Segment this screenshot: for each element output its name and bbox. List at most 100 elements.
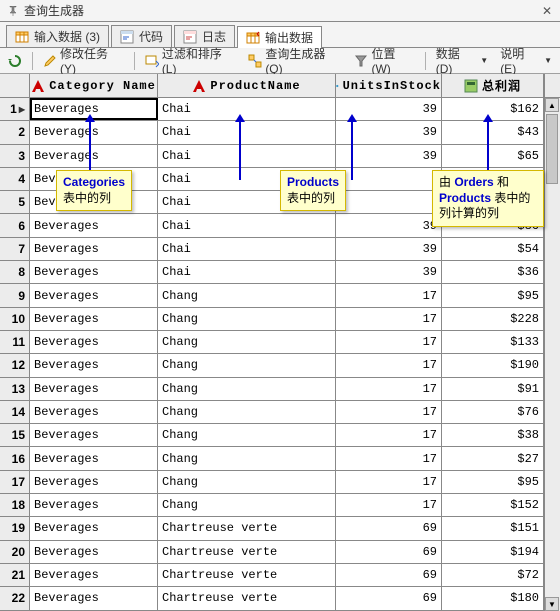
row-number[interactable]: 10 bbox=[0, 308, 30, 330]
cell[interactable]: Chartreuse verte bbox=[158, 517, 336, 539]
cell[interactable]: Beverages bbox=[30, 214, 158, 236]
row-number[interactable]: 19 bbox=[0, 517, 30, 539]
query-builder-button[interactable]: 查询生成器(Q) bbox=[244, 50, 346, 72]
cell[interactable]: 39 bbox=[336, 238, 442, 260]
cell[interactable]: Beverages bbox=[30, 261, 158, 283]
cell[interactable]: 39 bbox=[336, 214, 442, 236]
cell[interactable]: Chartreuse verte bbox=[158, 587, 336, 609]
cell[interactable]: Beverages bbox=[30, 564, 158, 586]
cell[interactable]: 39 bbox=[336, 261, 442, 283]
column-header-profit[interactable]: 总利润 bbox=[442, 74, 544, 97]
cell[interactable]: 17 bbox=[336, 424, 442, 446]
cell[interactable]: $152 bbox=[442, 494, 544, 516]
cell[interactable]: Chang bbox=[158, 378, 336, 400]
refresh-button[interactable] bbox=[4, 50, 26, 72]
cell[interactable]: Chang bbox=[158, 447, 336, 469]
cell[interactable]: 69 bbox=[336, 541, 442, 563]
cell[interactable]: 17 bbox=[336, 354, 442, 376]
row-number[interactable]: 20 bbox=[0, 541, 30, 563]
cell[interactable]: 17 bbox=[336, 331, 442, 353]
help-menu[interactable]: 说明(E)▼ bbox=[496, 50, 556, 72]
row-number[interactable]: 13 bbox=[0, 378, 30, 400]
row-number[interactable]: 2 bbox=[0, 121, 30, 143]
corner-cell[interactable] bbox=[0, 74, 30, 97]
row-number[interactable]: 3 bbox=[0, 145, 30, 167]
cell[interactable]: Beverages bbox=[30, 354, 158, 376]
cell[interactable]: Chai bbox=[158, 261, 336, 283]
row-number[interactable]: 12 bbox=[0, 354, 30, 376]
cell[interactable]: $76 bbox=[442, 401, 544, 423]
cell[interactable]: Beverages bbox=[30, 541, 158, 563]
column-header-product[interactable]: ProductName bbox=[158, 74, 336, 97]
row-number[interactable]: 15 bbox=[0, 424, 30, 446]
where-button[interactable]: 位置(W) bbox=[350, 50, 418, 72]
cell[interactable]: Chai bbox=[158, 238, 336, 260]
cell[interactable]: 17 bbox=[336, 308, 442, 330]
cell[interactable]: $38 bbox=[442, 424, 544, 446]
row-number[interactable]: 9 bbox=[0, 284, 30, 306]
row-number[interactable]: 4 bbox=[0, 168, 30, 190]
scroll-down-button[interactable]: ▼ bbox=[545, 597, 559, 611]
row-number[interactable]: 14 bbox=[0, 401, 30, 423]
cell[interactable]: Chartreuse verte bbox=[158, 541, 336, 563]
tab-code[interactable]: 代码 bbox=[111, 25, 172, 47]
cell[interactable]: Beverages bbox=[30, 401, 158, 423]
row-number[interactable]: 11 bbox=[0, 331, 30, 353]
cell[interactable]: $95 bbox=[442, 471, 544, 493]
cell[interactable]: $95 bbox=[442, 284, 544, 306]
row-number[interactable]: 16 bbox=[0, 447, 30, 469]
cell[interactable]: 17 bbox=[336, 284, 442, 306]
cell[interactable] bbox=[336, 191, 442, 213]
cell[interactable]: Chang bbox=[158, 308, 336, 330]
cell[interactable]: 17 bbox=[336, 471, 442, 493]
cell[interactable]: Beverages bbox=[30, 424, 158, 446]
row-number[interactable]: 18 bbox=[0, 494, 30, 516]
cell[interactable]: Chang bbox=[158, 471, 336, 493]
cell[interactable]: Beverages bbox=[30, 238, 158, 260]
cell[interactable]: Beverages bbox=[30, 447, 158, 469]
cell[interactable]: 17 bbox=[336, 378, 442, 400]
cell[interactable]: $194 bbox=[442, 541, 544, 563]
cell[interactable]: Beverages bbox=[30, 517, 158, 539]
cell[interactable]: Beverages bbox=[30, 284, 158, 306]
cell[interactable]: Beverages bbox=[30, 378, 158, 400]
cell[interactable]: $180 bbox=[442, 587, 544, 609]
row-number[interactable]: 1 bbox=[0, 98, 30, 120]
cell[interactable]: $91 bbox=[442, 378, 544, 400]
data-menu[interactable]: 数据(D)▼ bbox=[432, 50, 492, 72]
cell[interactable]: Chang bbox=[158, 354, 336, 376]
cell[interactable]: Beverages bbox=[30, 587, 158, 609]
row-number[interactable]: 8 bbox=[0, 261, 30, 283]
row-number[interactable]: 17 bbox=[0, 471, 30, 493]
cell[interactable]: 17 bbox=[336, 494, 442, 516]
cell[interactable]: $151 bbox=[442, 517, 544, 539]
cell[interactable]: $54 bbox=[442, 238, 544, 260]
cell[interactable]: Chang bbox=[158, 424, 336, 446]
column-header-units[interactable]: UnitsInStock bbox=[336, 74, 442, 97]
modify-task-button[interactable]: 修改任务(Y) bbox=[39, 50, 128, 72]
row-number[interactable]: 22 bbox=[0, 587, 30, 609]
row-number[interactable]: 6 bbox=[0, 214, 30, 236]
row-number[interactable]: 5 bbox=[0, 191, 30, 213]
close-button[interactable]: ✕ bbox=[538, 4, 556, 18]
cell[interactable]: $27 bbox=[442, 447, 544, 469]
row-number[interactable]: 7 bbox=[0, 238, 30, 260]
tab-output-data[interactable]: 输出数据 bbox=[237, 26, 322, 48]
cell[interactable]: 69 bbox=[336, 517, 442, 539]
row-number[interactable]: 21 bbox=[0, 564, 30, 586]
cell[interactable]: Chartreuse verte bbox=[158, 564, 336, 586]
filter-sort-button[interactable]: 过滤和排序(L) bbox=[141, 50, 241, 72]
cell[interactable]: $36 bbox=[442, 261, 544, 283]
cell[interactable]: Chang bbox=[158, 494, 336, 516]
cell[interactable]: Beverages bbox=[30, 471, 158, 493]
cell[interactable]: 17 bbox=[336, 447, 442, 469]
column-header-category[interactable]: Category Name bbox=[30, 74, 158, 97]
cell[interactable]: 17 bbox=[336, 401, 442, 423]
scroll-up-button[interactable]: ▲ bbox=[545, 98, 559, 112]
cell[interactable]: Beverages bbox=[30, 308, 158, 330]
cell[interactable]: $228 bbox=[442, 308, 544, 330]
tab-input-data[interactable]: 输入数据 (3) bbox=[6, 25, 109, 47]
vertical-scrollbar[interactable]: ▲ ▼ bbox=[544, 98, 560, 611]
cell[interactable]: $190 bbox=[442, 354, 544, 376]
cell[interactable]: Chang bbox=[158, 331, 336, 353]
